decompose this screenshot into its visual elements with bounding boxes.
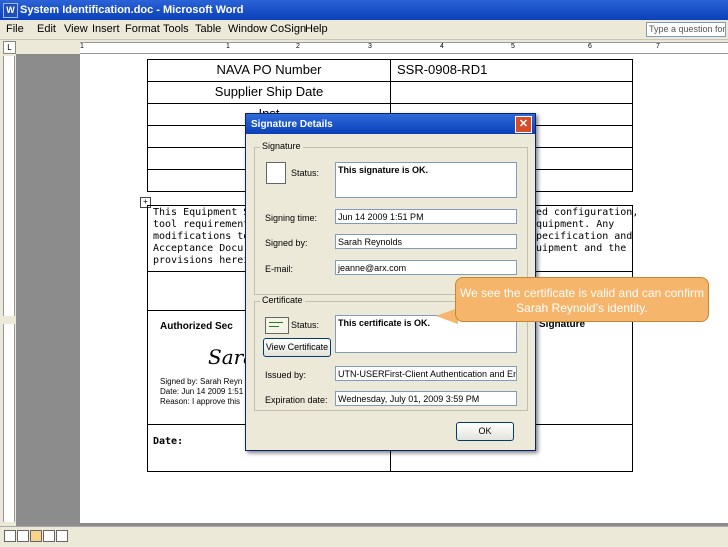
signed-line: Date: Jun 14 2009 1:51 (160, 387, 244, 396)
paragraph-line: quipment. Any (536, 219, 615, 230)
print-view-icon[interactable] (30, 530, 42, 542)
authorized-label: Authorized Sec (160, 321, 233, 332)
ruler-mark: 4 (440, 43, 444, 50)
email-field[interactable]: jeanne@arx.com (335, 260, 517, 275)
paragraph-line: ed configuration, (536, 207, 639, 218)
dialog-title-bar[interactable]: Signature Details ✕ (246, 114, 535, 134)
ruler-mark: 5 (511, 43, 515, 50)
menu-cosign[interactable]: CoSign (270, 23, 306, 35)
ruler-mark: 6 (588, 43, 592, 50)
issued-by-label: Issued by: (265, 370, 307, 380)
expiration-field[interactable]: Wednesday, July 01, 2009 3:59 PM (335, 391, 517, 406)
certificate-icon (265, 317, 289, 334)
vertical-ruler-track (3, 324, 15, 522)
annotation-callout: We see the certificate is valid and can … (455, 277, 709, 322)
ok-button[interactable]: OK (456, 422, 514, 441)
normal-view-icon[interactable] (4, 530, 16, 542)
signed-by-label: Signed by: (265, 238, 308, 248)
menu-view[interactable]: View (64, 23, 88, 35)
menu-table[interactable]: Table (195, 23, 221, 35)
paragraph-line: pecification and (536, 231, 633, 242)
menu-format[interactable]: Format (125, 23, 160, 35)
table-cell-label[interactable]: NAVA PO Number (147, 59, 391, 82)
date-label: Date: (153, 436, 184, 447)
signed-line: Signed by: Sarah Reyn (160, 377, 243, 386)
expiration-label: Expiration date: (265, 395, 328, 405)
signature-group-title: Signature (260, 141, 303, 151)
outline-view-icon[interactable] (43, 530, 55, 542)
paragraph-line: This Equipment S (153, 207, 250, 218)
paragraph-line: tool requirements (153, 219, 256, 230)
horizontal-ruler[interactable]: 1 1 2 3 4 5 6 7 (80, 42, 728, 54)
ruler-mark: 7 (656, 43, 660, 50)
view-certificate-button[interactable]: View Certificate (263, 338, 331, 357)
ruler-mark: 3 (368, 43, 372, 50)
menu-file[interactable]: File (6, 23, 24, 35)
certificate-status-label: Status: (291, 320, 320, 330)
certificate-group-title: Certificate (260, 295, 305, 305)
tab-selector[interactable]: L (3, 41, 16, 54)
ask-question-input[interactable]: Type a question for help (646, 22, 726, 37)
menu-help[interactable]: Help (305, 23, 328, 35)
table-cell-value[interactable] (390, 81, 633, 104)
email-label: E-mail: (265, 264, 294, 274)
word-app-icon[interactable]: W (3, 3, 18, 18)
ruler-mark: 1 (226, 43, 230, 50)
reading-view-icon[interactable] (56, 530, 68, 542)
status-bar (0, 526, 728, 547)
paragraph-line: provisions herein (153, 255, 256, 266)
web-view-icon[interactable] (17, 530, 29, 542)
signature-status-field: This signature is OK. (335, 162, 517, 198)
ruler-mark: 1 (80, 43, 84, 50)
window-title: System Identification.doc - Microsoft Wo… (20, 4, 244, 16)
close-icon[interactable]: ✕ (515, 116, 532, 133)
table-cell-label[interactable]: Supplier Ship Date (147, 81, 391, 104)
ruler-mark: 2 (296, 43, 300, 50)
signature-status-label: Status: (291, 168, 320, 178)
issued-by-field[interactable]: UTN-USERFirst-Client Authentication and … (335, 366, 517, 381)
signing-time-label: Signing time: (265, 213, 318, 223)
menu-tools[interactable]: Tools (163, 23, 189, 35)
paragraph-line: Acceptance Docu (153, 243, 244, 254)
menu-bar: File Edit View Insert Format Tools Table… (0, 20, 728, 40)
menu-insert[interactable]: Insert (92, 23, 120, 35)
paragraph-line: uipment and the (536, 243, 627, 254)
signed-by-field[interactable]: Sarah Reynolds (335, 234, 517, 249)
signature-document-icon (266, 162, 286, 184)
vertical-ruler-track (3, 56, 15, 316)
menu-window[interactable]: Window (228, 23, 267, 35)
signing-time-field[interactable]: Jun 14 2009 1:51 PM (335, 209, 517, 224)
dialog-title: Signature Details (251, 119, 333, 130)
menu-edit[interactable]: Edit (37, 23, 56, 35)
signed-line: Reason: I approve this (160, 397, 241, 406)
vertical-ruler[interactable] (0, 54, 16, 526)
table-cell-value[interactable]: SSR-0908-RD1 (390, 59, 633, 82)
title-bar: W System Identification.doc - Microsoft … (0, 0, 728, 20)
